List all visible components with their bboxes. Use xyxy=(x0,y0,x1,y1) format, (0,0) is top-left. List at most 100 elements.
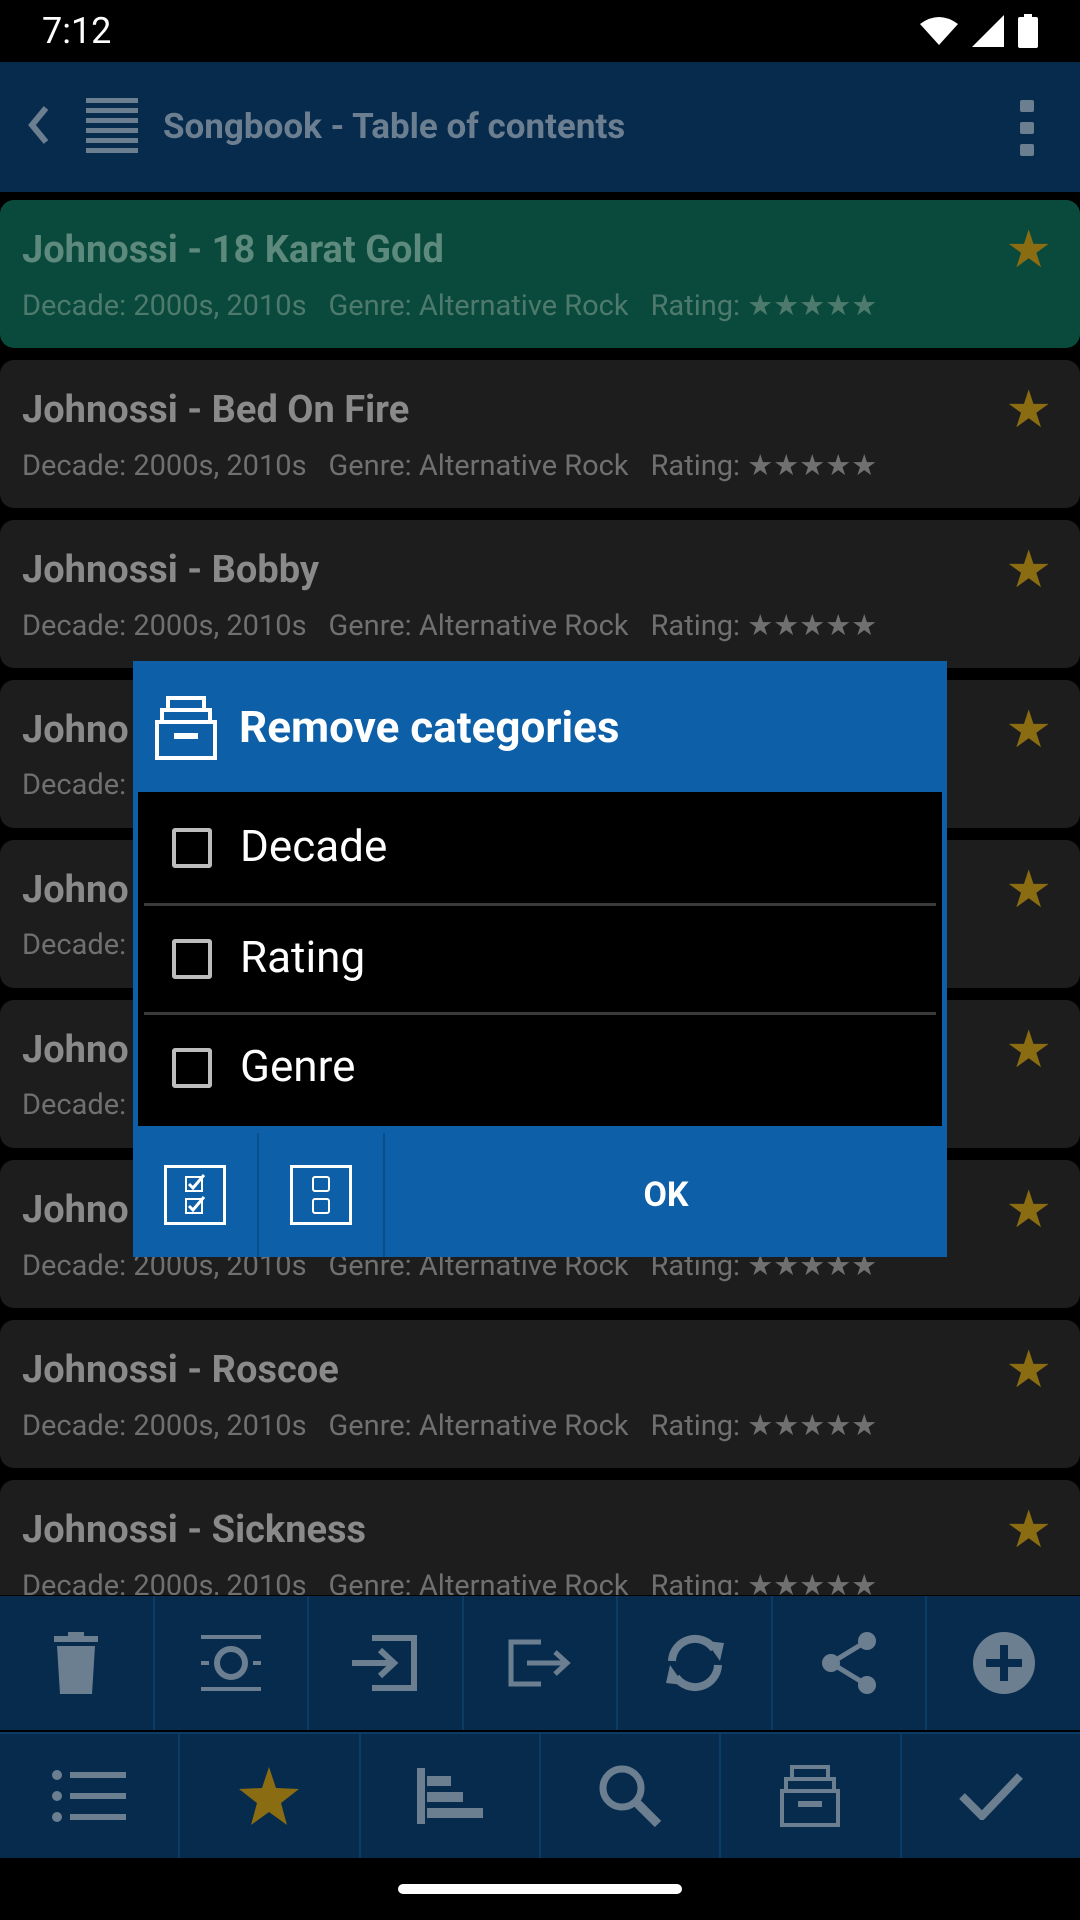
decade-text: Decade: xyxy=(22,1088,127,1122)
song-meta: Decade: xyxy=(22,768,148,802)
decade-text: Decade: xyxy=(22,768,127,802)
checkbox[interactable] xyxy=(172,828,212,868)
genre-text: Genre: Alternative Rock xyxy=(328,289,629,323)
favorite-star-icon[interactable]: ★ xyxy=(1005,1504,1052,1556)
system-nav-bar xyxy=(0,1858,1080,1920)
song-title: Johno xyxy=(22,1188,129,1232)
song-meta: Decade: 2000s, 2010s Genre: Alternative R… xyxy=(22,1568,899,1595)
option-label: Genre xyxy=(240,1040,356,1092)
sync-icon xyxy=(665,1634,724,1692)
checkbox[interactable] xyxy=(172,939,212,979)
settings-icon xyxy=(200,1635,261,1691)
list-item[interactable]: Johnossi - Bed On Fire Decade: 2000s, 20… xyxy=(0,360,1080,508)
rating-text: Rating: ★★★★★ xyxy=(650,609,878,643)
song-title: Johnossi - Sickness xyxy=(22,1508,367,1552)
select-all-button[interactable] xyxy=(133,1133,259,1257)
list-item[interactable]: Johnossi - Bobby Decade: 2000s, 2010s Gen… xyxy=(0,520,1080,668)
ok-button[interactable]: OK xyxy=(385,1133,947,1257)
page-title: Songbook - Table of contents xyxy=(163,106,626,147)
favorite-star-icon[interactable]: ★ xyxy=(1005,864,1052,916)
favorite-star-icon[interactable]: ★ xyxy=(1005,1184,1052,1236)
share-button[interactable] xyxy=(773,1596,928,1730)
decade-text: Decade: 2000s, 2010s xyxy=(22,1569,307,1595)
settings-button[interactable] xyxy=(155,1596,310,1730)
delete-button[interactable] xyxy=(0,1596,155,1730)
list-item[interactable]: Johnossi - Roscoe Decade: 2000s, 2010s Ge… xyxy=(0,1320,1080,1468)
genre-text: Genre: Alternative Rock xyxy=(328,1569,629,1595)
status-bar: 7:12 xyxy=(0,0,1080,62)
import-button[interactable] xyxy=(309,1596,464,1730)
song-title: Johnossi - Roscoe xyxy=(22,1348,339,1392)
sync-button[interactable] xyxy=(618,1596,773,1730)
song-title: Johno xyxy=(22,708,129,752)
signal-icon xyxy=(972,15,1004,47)
search-icon xyxy=(599,1765,662,1828)
option-label: Decade xyxy=(240,820,388,872)
rating-text: Rating: ★★★★★ xyxy=(650,1569,878,1595)
song-meta: Decade: 2000s, 2010s Genre: Alternative R… xyxy=(22,608,899,643)
categories-icon xyxy=(780,1765,841,1827)
add-button[interactable] xyxy=(927,1596,1080,1730)
star-icon xyxy=(239,1767,300,1825)
sort-icon xyxy=(416,1768,483,1824)
option-label: Rating xyxy=(240,931,366,983)
song-title: Johnossi - Bobby xyxy=(22,548,320,592)
bottom-toolbar-views xyxy=(0,1732,1080,1858)
search-button[interactable] xyxy=(541,1734,722,1858)
wifi-icon xyxy=(920,17,958,45)
rating-text: Rating: ★★★★★ xyxy=(650,289,878,323)
favorite-star-icon[interactable]: ★ xyxy=(1005,384,1052,436)
list-item[interactable]: Johnossi - 18 Karat Gold Decade: 2000s, … xyxy=(0,200,1080,348)
favorite-star-icon[interactable]: ★ xyxy=(1005,1344,1052,1396)
export-button[interactable] xyxy=(464,1596,619,1730)
favorite-star-icon[interactable]: ★ xyxy=(1005,544,1052,596)
dialog-header: Remove categories xyxy=(133,661,947,791)
decade-text: Decade: xyxy=(22,928,127,962)
categories-button[interactable] xyxy=(721,1734,902,1858)
decade-text: Decade: 2000s, 2010s xyxy=(22,609,307,643)
song-title: Johnossi - 18 Karat Gold xyxy=(22,228,444,272)
song-title: Johnossi - Bed On Fire xyxy=(22,388,410,432)
favorite-star-icon[interactable]: ★ xyxy=(1005,704,1052,756)
table-of-contents-icon xyxy=(86,98,138,156)
remove-categories-dialog: Remove categories Decade Rating Genre OK xyxy=(133,661,947,1257)
song-title: Johno xyxy=(22,1028,129,1072)
song-meta: Decade: xyxy=(22,928,148,962)
import-icon xyxy=(352,1635,418,1691)
genre-text: Genre: Alternative Rock xyxy=(328,609,629,643)
decade-text: Decade: 2000s, 2010s xyxy=(22,449,307,483)
status-time: 7:12 xyxy=(42,10,112,52)
home-handle[interactable] xyxy=(398,1884,682,1894)
list-view-button[interactable] xyxy=(0,1734,181,1858)
option-genre[interactable]: Genre xyxy=(138,1012,942,1120)
delete-icon xyxy=(54,1632,99,1694)
song-meta: Decade: xyxy=(22,1088,148,1122)
battery-icon xyxy=(1018,14,1038,48)
back-icon[interactable] xyxy=(22,100,52,150)
sort-button[interactable] xyxy=(361,1734,541,1858)
decade-text: Decade: 2000s, 2010s xyxy=(22,1409,307,1443)
option-decade[interactable]: Decade xyxy=(138,792,942,900)
category-options: Decade Rating Genre xyxy=(138,792,942,1126)
list-item[interactable]: Johnossi - Sickness Decade: 2000s, 2010s… xyxy=(0,1480,1080,1595)
add-icon xyxy=(972,1632,1035,1694)
favorite-star-icon[interactable]: ★ xyxy=(1005,224,1052,276)
check-icon xyxy=(958,1773,1023,1820)
bottom-toolbar-actions xyxy=(0,1596,1080,1730)
list-icon xyxy=(52,1770,127,1822)
option-rating[interactable]: Rating xyxy=(138,903,942,1011)
favorite-star-icon[interactable]: ★ xyxy=(1005,1024,1052,1076)
status-icons xyxy=(920,14,1038,48)
dialog-footer: OK xyxy=(133,1133,947,1257)
favorites-button[interactable] xyxy=(180,1734,361,1858)
categories-icon xyxy=(155,696,217,760)
confirm-button[interactable] xyxy=(902,1734,1080,1858)
dialog-title: Remove categories xyxy=(239,701,620,753)
app-bar: Songbook - Table of contents xyxy=(0,62,1080,192)
genre-text: Genre: Alternative Rock xyxy=(328,1409,629,1443)
rating-text: Rating: ★★★★★ xyxy=(650,449,878,483)
checkbox[interactable] xyxy=(172,1048,212,1088)
select-none-button[interactable] xyxy=(259,1133,385,1257)
song-meta: Decade: 2000s, 2010s Genre: Alternative R… xyxy=(22,448,899,483)
overflow-menu-icon[interactable] xyxy=(1020,100,1034,156)
